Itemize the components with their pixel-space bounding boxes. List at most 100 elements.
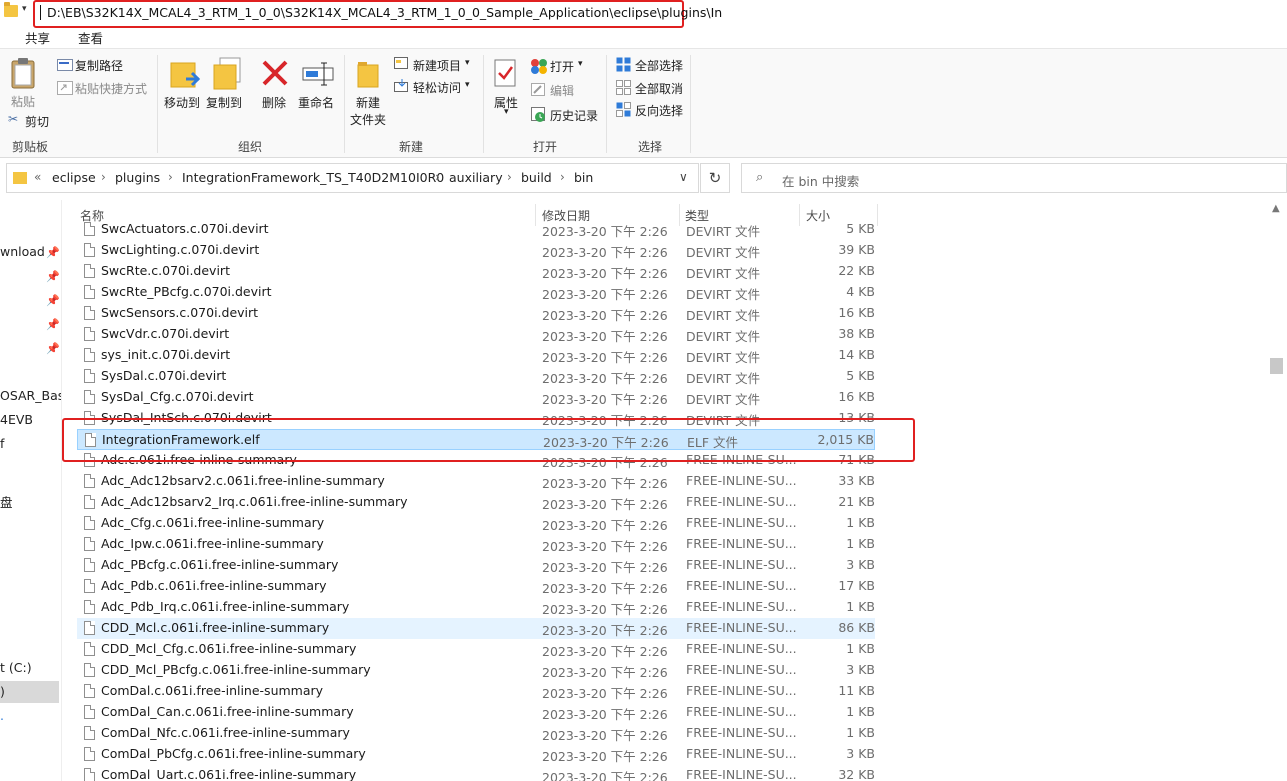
pin-icon[interactable]: 📌 bbox=[46, 342, 60, 355]
file-icon bbox=[84, 327, 95, 341]
file-row[interactable]: SwcActuators.c.070i.devirt 2023-3-20 下午 2… bbox=[77, 219, 875, 240]
file-row[interactable]: sys_init.c.070i.devirt 2023-3-20 下午 2:26 D… bbox=[77, 345, 875, 366]
file-date: 2023-3-20 下午 2:26 bbox=[542, 686, 668, 701]
invert-selection-icon bbox=[616, 102, 631, 117]
tab-share[interactable]: 共享 bbox=[25, 28, 50, 47]
breadcrumb-overflow[interactable]: « bbox=[34, 170, 41, 184]
file-row[interactable]: Adc_Adc12bsarv2.c.061i.free-inline-summa… bbox=[77, 471, 875, 492]
file-date: 2023-3-20 下午 2:26 bbox=[542, 665, 668, 680]
refresh-button[interactable]: ↻ bbox=[700, 163, 730, 193]
column-divider[interactable] bbox=[877, 204, 878, 226]
file-date: 2023-3-20 下午 2:26 bbox=[542, 350, 668, 365]
file-type: FREE-INLINE-SU... bbox=[686, 767, 797, 781]
file-row[interactable]: ComDal_Nfc.c.061i.free-inline-summary 202… bbox=[77, 723, 875, 744]
scroll-up-arrow[interactable]: ▲ bbox=[1272, 203, 1280, 214]
file-row[interactable]: Adc_Pdb.c.061i.free-inline-summary 2023-3… bbox=[77, 576, 875, 597]
file-type: DEVIRT 文件 bbox=[686, 287, 761, 302]
breadcrumb-build[interactable]: build bbox=[521, 170, 552, 185]
nav-item-f[interactable]: f bbox=[0, 436, 4, 451]
file-name: ComDal_PbCfg.c.061i.free-inline-summary bbox=[101, 746, 366, 761]
scrollbar-thumb[interactable] bbox=[1270, 358, 1283, 374]
file-date: 2023-3-20 下午 2:26 bbox=[542, 266, 668, 281]
file-date: 2023-3-20 下午 2:26 bbox=[542, 602, 668, 617]
file-row[interactable]: SwcRte_PBcfg.c.070i.devirt 2023-3-20 下午 2… bbox=[77, 282, 875, 303]
file-date: 2023-3-20 下午 2:26 bbox=[542, 308, 668, 323]
breadcrumb-integrationframework[interactable]: IntegrationFramework_TS_T40D2M10I0R0 bbox=[182, 170, 444, 185]
file-row[interactable]: ComDal.c.061i.free-inline-summary 2023-3-… bbox=[77, 681, 875, 702]
file-row[interactable]: SysDal.c.070i.devirt 2023-3-20 下午 2:26 DEV… bbox=[77, 366, 875, 387]
new-folder-label-2: 文件夹 bbox=[350, 113, 387, 127]
open-group-label: 打开 bbox=[532, 140, 557, 154]
chevron-down-icon: ▾ bbox=[578, 59, 583, 69]
file-row[interactable]: Adc_Ipw.c.061i.free-inline-summary 2023-3… bbox=[77, 534, 875, 555]
nav-item-network[interactable]: . bbox=[0, 708, 4, 723]
clipboard-icon bbox=[11, 58, 35, 89]
file-row[interactable]: SwcSensors.c.070i.devirt 2023-3-20 下午 2:2… bbox=[77, 303, 875, 324]
quick-access-dropdown[interactable]: ▾ bbox=[22, 4, 27, 14]
file-row[interactable]: CDD_Mcl_PBcfg.c.061i.free-inline-summary… bbox=[77, 660, 875, 681]
file-row[interactable]: Adc_Adc12bsarv2_Irq.c.061i.free-inline-s… bbox=[77, 492, 875, 513]
new-group-label: 新建 bbox=[398, 140, 423, 154]
nav-item-autosar[interactable]: OSAR_Bas bbox=[0, 388, 61, 403]
file-row[interactable]: CDD_Mcl_Cfg.c.061i.free-inline-summary 20… bbox=[77, 639, 875, 660]
move-to-label: 移动到 bbox=[164, 96, 201, 110]
file-type: FREE-INLINE-SU... bbox=[686, 641, 797, 656]
file-icon bbox=[84, 264, 95, 278]
file-row[interactable]: Adc_Pdb_Irq.c.061i.free-inline-summary 20… bbox=[77, 597, 875, 618]
file-icon bbox=[84, 705, 95, 719]
file-row[interactable]: Adc_Cfg.c.061i.free-inline-summary 2023-3… bbox=[77, 513, 875, 534]
file-type: FREE-INLINE-SU... bbox=[686, 704, 797, 719]
history-icon bbox=[531, 107, 545, 122]
file-row[interactable]: CDD_Mcl.c.061i.free-inline-summary 2023-3… bbox=[77, 618, 875, 639]
file-row[interactable]: SwcLighting.c.070i.devirt 2023-3-20 下午 2:… bbox=[77, 240, 875, 261]
file-date: 2023-3-20 下午 2:26 bbox=[542, 497, 668, 512]
nav-item-evb[interactable]: 4EVB bbox=[0, 412, 33, 427]
file-icon bbox=[84, 348, 95, 362]
ribbon-separator bbox=[157, 55, 158, 153]
ribbon-separator bbox=[344, 55, 345, 153]
title-path-input[interactable]: D:\EB\S32K14X_MCAL4_3_RTM_1_0_0\S32K14X_… bbox=[47, 5, 722, 20]
search-input[interactable]: ⌕ 在 bin 中搜索 bbox=[741, 163, 1287, 193]
file-row[interactable]: ComDal_Uart.c.061i.free-inline-summary 20… bbox=[77, 765, 875, 781]
text-caret bbox=[40, 5, 41, 20]
file-name: SwcRte.c.070i.devirt bbox=[101, 263, 230, 278]
nav-item-downloads[interactable]: wnload bbox=[0, 244, 45, 259]
file-row[interactable]: SwcVdr.c.070i.devirt 2023-3-20 下午 2:26 DEV… bbox=[77, 324, 875, 345]
nav-item-pan[interactable]: 盘 bbox=[0, 492, 13, 511]
file-icon bbox=[84, 684, 95, 698]
address-bar[interactable]: « eclipse › plugins › IntegrationFramewo… bbox=[6, 163, 699, 193]
breadcrumb-auxiliary[interactable]: auxiliary bbox=[449, 170, 503, 185]
pin-icon[interactable]: 📌 bbox=[46, 246, 60, 259]
file-icon bbox=[84, 516, 95, 530]
file-date: 2023-3-20 下午 2:26 bbox=[542, 560, 668, 575]
file-name: Adc_PBcfg.c.061i.free-inline-summary bbox=[101, 557, 339, 572]
file-type: FREE-INLINE-SU... bbox=[686, 662, 797, 677]
file-row[interactable]: ComDal_Can.c.061i.free-inline-summary 202… bbox=[77, 702, 875, 723]
tab-view[interactable]: 查看 bbox=[78, 28, 103, 47]
file-size: 11 KB bbox=[838, 683, 875, 698]
file-list[interactable]: ⌃ 名称 修改日期 类型 大小 SwcActuators.c.070i.devi… bbox=[62, 200, 1267, 781]
pin-icon[interactable]: 📌 bbox=[46, 294, 60, 307]
file-date: 2023-3-20 下午 2:26 bbox=[542, 245, 668, 260]
navigation-pane[interactable]: wnload 📌 📌 📌 📌 📌 OSAR_Bas 4EVB f 盘 t (C:… bbox=[0, 200, 62, 781]
address-history-dropdown[interactable]: ∨ bbox=[679, 170, 688, 184]
nav-item-drive-d[interactable]: ) bbox=[0, 684, 5, 699]
file-row[interactable]: ComDal_PbCfg.c.061i.free-inline-summary 2… bbox=[77, 744, 875, 765]
move-folder-icon bbox=[170, 62, 200, 88]
nav-item-drive-c[interactable]: t (C:) bbox=[0, 660, 32, 675]
file-row[interactable]: SysDal_Cfg.c.070i.devirt 2023-3-20 下午 2:2… bbox=[77, 387, 875, 408]
file-date: 2023-3-20 下午 2:26 bbox=[542, 539, 668, 554]
file-row[interactable]: SwcRte.c.070i.devirt 2023-3-20 下午 2:26 DEV… bbox=[77, 261, 875, 282]
pin-icon[interactable]: 📌 bbox=[46, 270, 60, 283]
breadcrumb-eclipse[interactable]: eclipse bbox=[52, 170, 96, 185]
file-size: 39 KB bbox=[838, 242, 875, 257]
breadcrumb-bin[interactable]: bin bbox=[574, 170, 593, 185]
pin-icon[interactable]: 📌 bbox=[46, 318, 60, 331]
new-item-label: 新建项目 bbox=[413, 59, 462, 73]
ribbon: 粘贴 ✂ 剪切 复制路径 粘贴快捷方式 剪贴板 移动到 复制到 删除 重命名 组… bbox=[0, 48, 1287, 158]
breadcrumb-plugins[interactable]: plugins bbox=[115, 170, 160, 185]
file-row[interactable]: Adc_PBcfg.c.061i.free-inline-summary 2023… bbox=[77, 555, 875, 576]
easy-access-icon bbox=[394, 79, 408, 92]
copy-path-icon bbox=[57, 59, 73, 71]
vertical-scrollbar[interactable]: ▲ bbox=[1267, 200, 1287, 781]
